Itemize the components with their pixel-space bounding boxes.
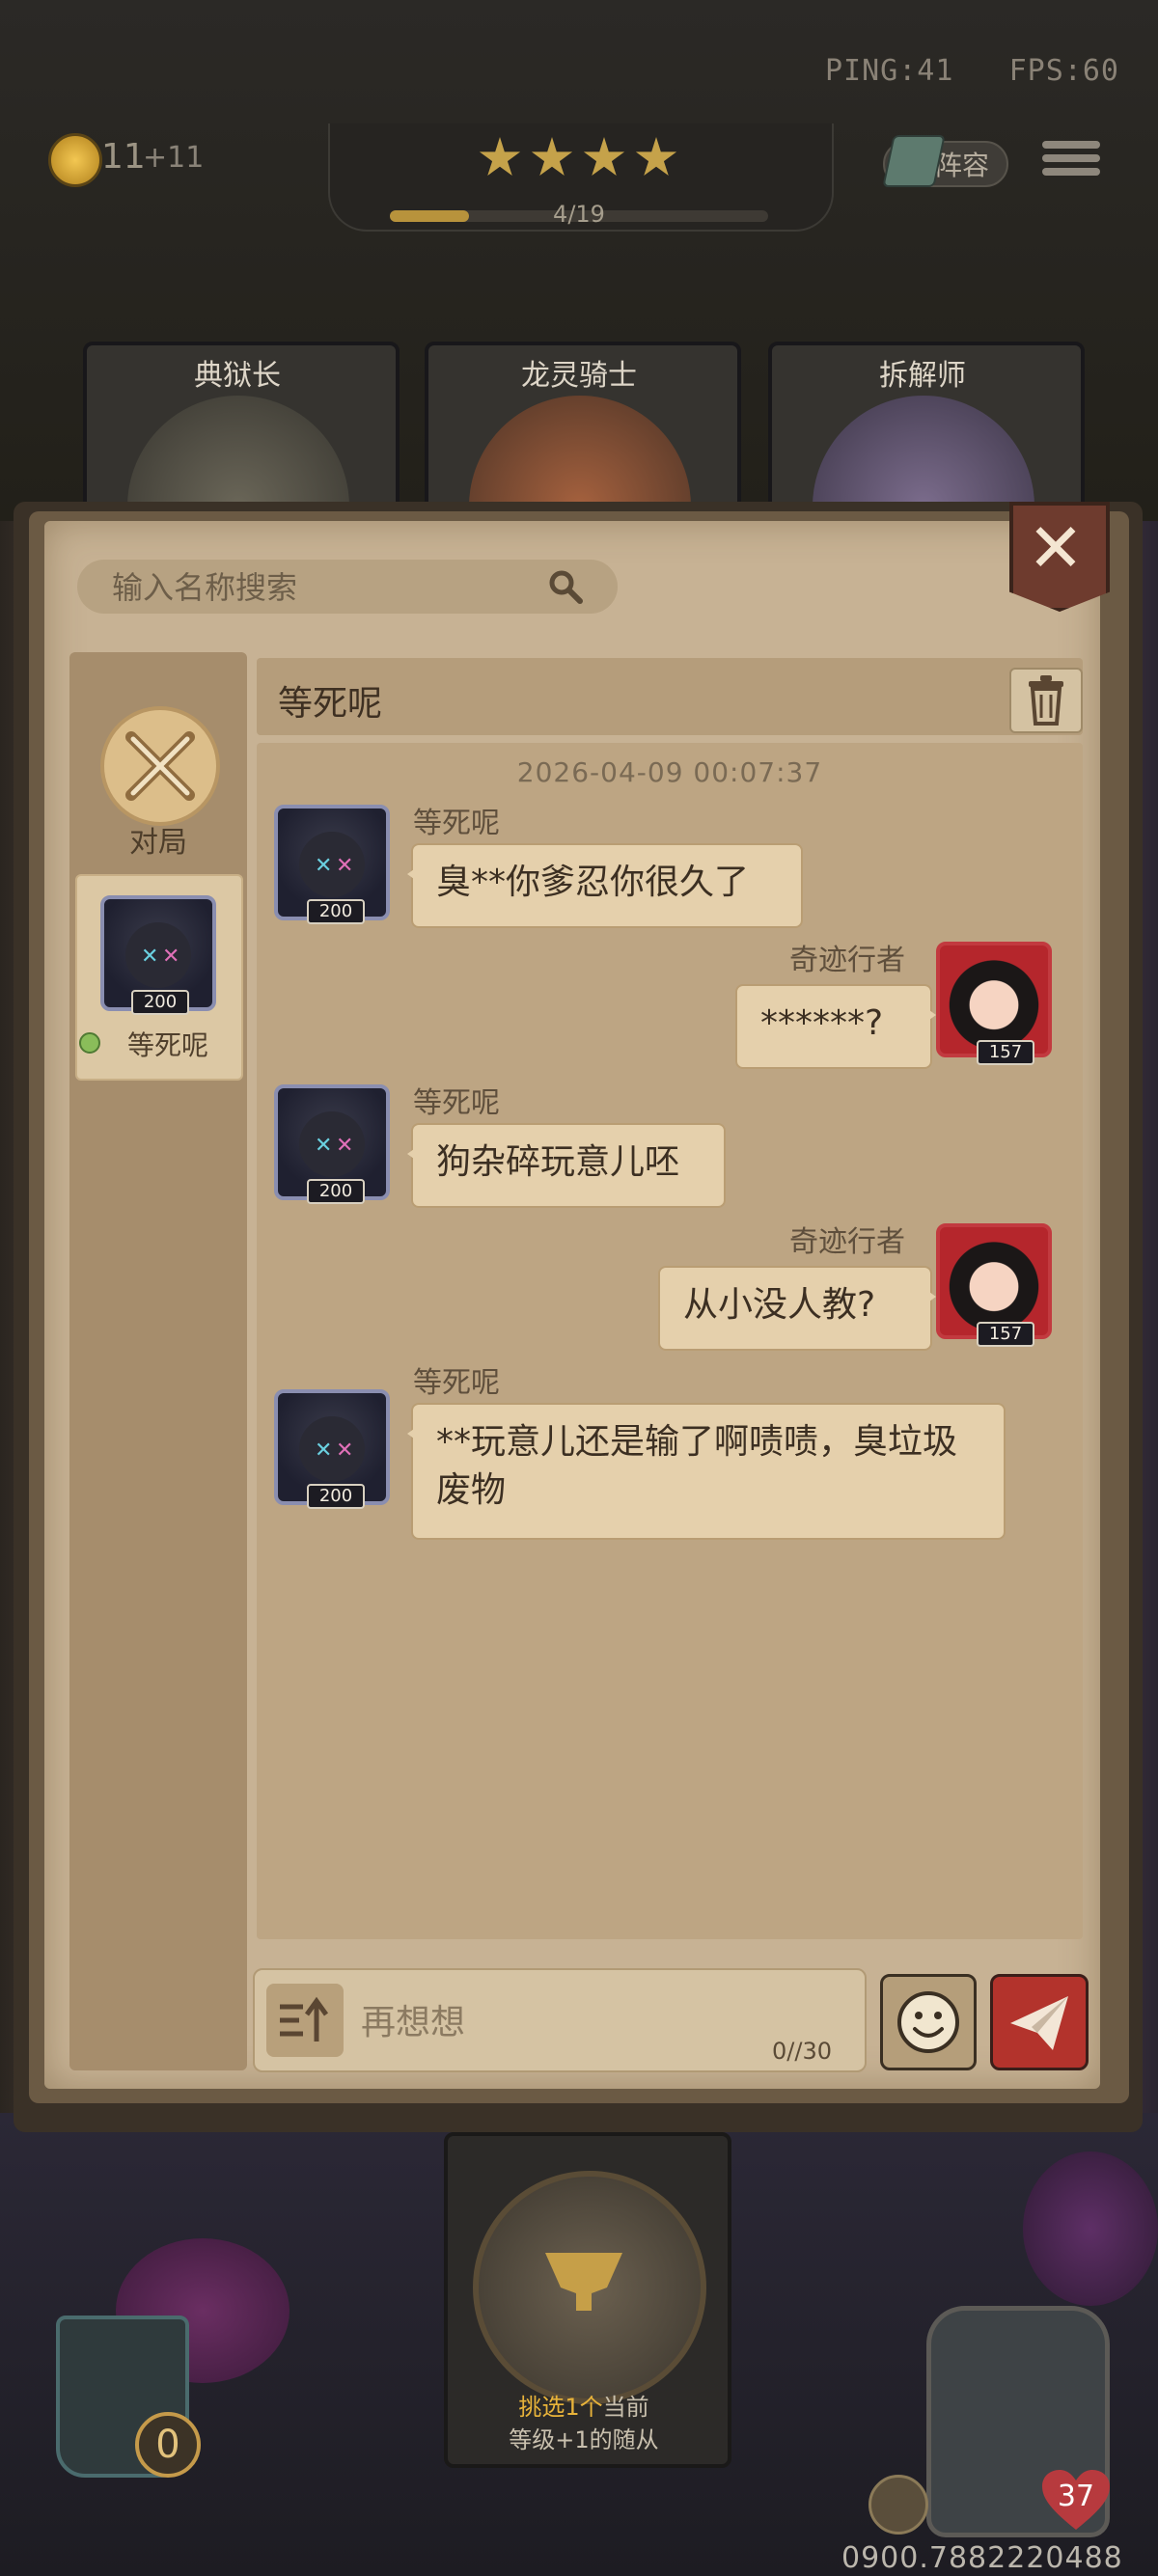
hero-name-1: 典狱长 — [194, 359, 281, 393]
svg-text:✕: ✕ — [315, 1439, 332, 1463]
message-bubble: 狗杂碎玩意儿呸 — [407, 1123, 726, 1208]
lineup-book-icon — [882, 135, 946, 187]
message-sender-name: 奇迹行者 — [789, 944, 905, 977]
emoji-button[interactable] — [880, 1974, 977, 2070]
close-icon[interactable]: ✕ — [1009, 502, 1102, 594]
online-status-dot — [79, 1032, 100, 1054]
message-sender-name: 奇迹行者 — [789, 1225, 905, 1259]
rose-decoration — [1023, 2151, 1158, 2306]
chat-timestamp: 2026-04-09 00:07:37 — [516, 756, 823, 788]
discover-highlight: 挑选1个 — [518, 2394, 603, 2421]
message-sender-name: 等死呢 — [413, 1366, 500, 1400]
sender-level-badge: 200 — [307, 899, 365, 924]
gold-coin-icon — [48, 133, 102, 187]
menu-icon[interactable] — [1042, 135, 1100, 193]
tier-progress-text: 4/19 — [553, 201, 605, 228]
svg-text:✕: ✕ — [336, 854, 353, 878]
shop-count: 0 — [135, 2412, 201, 2478]
player-id: 0900.7882220488 — [841, 2541, 1123, 2575]
svg-text:✕: ✕ — [141, 945, 158, 969]
hero-name-3: 拆解师 — [879, 359, 966, 393]
sender-level-badge: 157 — [977, 1040, 1034, 1065]
quick-phrase-button[interactable] — [266, 1984, 344, 2057]
trash-icon — [1029, 675, 1063, 726]
tier-progress-fill — [390, 210, 470, 222]
svg-text:✕: ✕ — [162, 945, 179, 969]
svg-text:✕: ✕ — [336, 1439, 353, 1463]
coin-income: +11 — [143, 141, 205, 175]
fps-text: FPS:60 — [1008, 54, 1119, 88]
sender-level-badge: 200 — [307, 1484, 365, 1509]
sender-level-badge: 157 — [977, 1322, 1034, 1347]
message-bubble: **玩意儿还是输了啊啧啧，臭垃圾废物 — [407, 1403, 1006, 1540]
svg-text:✕: ✕ — [315, 854, 332, 878]
ping-text: PING:41 — [825, 54, 954, 88]
conversation-sidebar — [69, 652, 247, 2070]
contact-level-badge: 200 — [131, 990, 189, 1015]
sender-level-badge: 200 — [307, 1179, 365, 1204]
delete-chat-button[interactable] — [1009, 668, 1083, 733]
search-icon[interactable] — [546, 567, 585, 606]
discover-description: 挑选1个当前 等级+1的随从 — [454, 2391, 714, 2456]
armor-icon — [868, 2475, 928, 2535]
message-bubble: 从小没人教? — [658, 1266, 936, 1351]
character-count: 0//30 — [772, 2038, 832, 2065]
contact-name: 等死呢 — [126, 1029, 208, 1061]
send-button[interactable] — [990, 1974, 1089, 2070]
health-value: 37 — [1057, 2480, 1095, 2513]
chat-title: 等死呢 — [278, 684, 383, 724]
quick-phrase-icon — [280, 1996, 329, 2042]
search-input[interactable] — [110, 565, 538, 610]
message-sender-name: 等死呢 — [413, 807, 500, 840]
message-bubble: ******? — [735, 984, 936, 1069]
discover-text-rest: 当前 — [602, 2394, 649, 2421]
coin-count: 11 — [101, 137, 146, 177]
paper-plane-icon — [1010, 1996, 1068, 2050]
battle-tab-label: 对局 — [129, 826, 187, 860]
message-sender-name: 等死呢 — [413, 1086, 500, 1120]
hero-name-2: 龙灵骑士 — [521, 359, 637, 393]
message-bubble: 臭**你爹忍你很久了 — [407, 843, 803, 928]
network-stats: PING:41 FPS:60 — [825, 54, 1119, 88]
message-input[interactable] — [359, 1993, 749, 2051]
crossed-swords-icon — [125, 731, 195, 801]
battle-tab-button[interactable] — [100, 706, 220, 826]
discover-text-line2: 等级+1的随从 — [509, 2426, 659, 2453]
smiley-icon — [897, 1991, 959, 2053]
svg-text:✕: ✕ — [336, 1134, 353, 1158]
svg-text:✕: ✕ — [315, 1134, 332, 1158]
